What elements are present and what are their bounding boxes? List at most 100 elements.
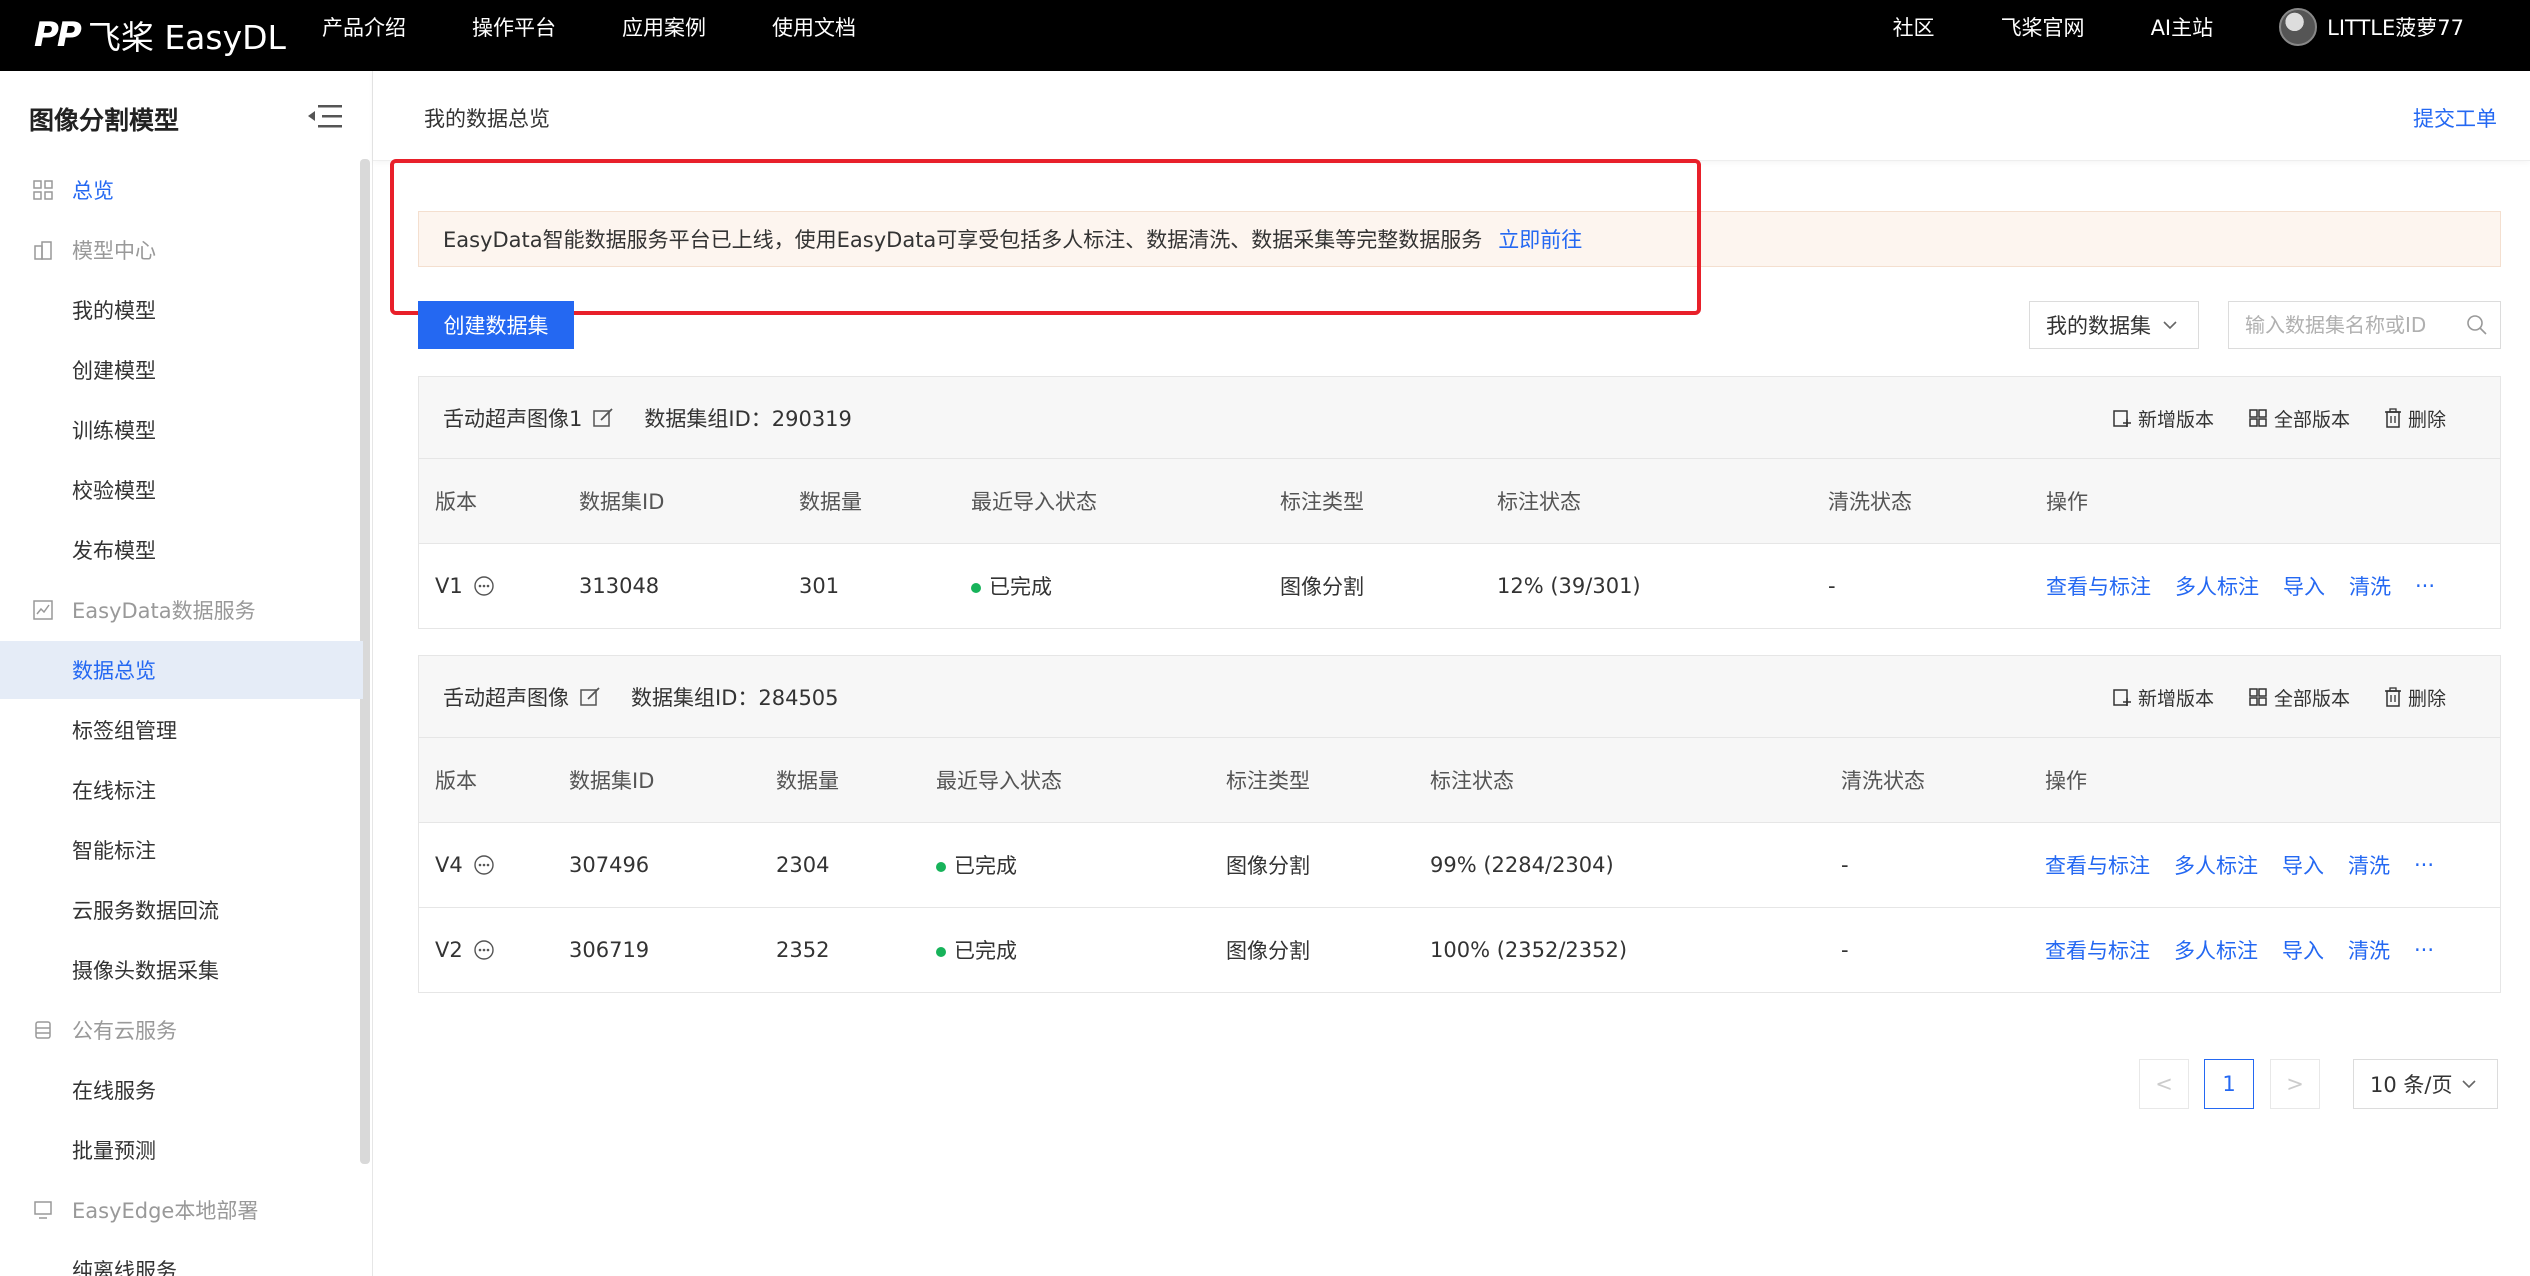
nav-product-intro[interactable]: 产品介绍 (322, 12, 406, 42)
grid-icon (2249, 688, 2267, 706)
add-version-button[interactable]: 新增版本 (2112, 405, 2214, 432)
sidebar-group-public-cloud[interactable]: 公有云服务 (0, 1001, 363, 1059)
collapse-menu-icon[interactable] (308, 103, 344, 129)
more-circle-icon[interactable] (473, 854, 495, 876)
multi-user-label-link[interactable]: 多人标注 (2174, 850, 2258, 880)
sidebar-item-cloud-data-backflow[interactable]: 云服务数据回流 (0, 881, 363, 939)
sidebar-item-offline-service[interactable]: 纯离线服务 (0, 1241, 363, 1276)
sidebar-group-model-center[interactable]: 模型中心 (0, 221, 363, 279)
more-circle-icon[interactable] (473, 575, 495, 597)
clean-link[interactable]: 清洗 (2348, 935, 2390, 965)
edit-icon[interactable] (579, 686, 601, 708)
paddle-logo-mark: PP (34, 15, 82, 55)
add-version-button[interactable]: 新增版本 (2112, 684, 2214, 711)
status-dot (936, 946, 946, 957)
col-clean-status: 清洗状态 (1841, 738, 2045, 823)
add-version-label: 新增版本 (2137, 687, 2214, 710)
sidebar-item-label: 发布模型 (72, 539, 156, 563)
row-operations: 查看与标注 多人标注 导入 清洗 ··· (2045, 850, 2500, 880)
dataset-card: 舌动超声图像1 数据集组ID：290319 新增版本 全部版本 删除 版本 数据… (418, 376, 2501, 629)
import-link[interactable]: 导入 (2283, 571, 2325, 601)
delete-button[interactable]: 删除 (2384, 684, 2446, 711)
sidebar-item-validate-model[interactable]: 校验模型 (0, 461, 363, 519)
all-versions-label: 全部版本 (2273, 408, 2350, 431)
sidebar-title: 图像分割模型 (29, 106, 180, 135)
view-and-label-link[interactable]: 查看与标注 (2045, 935, 2150, 965)
nav-cases[interactable]: 应用案例 (622, 12, 706, 42)
sidebar-item-smart-labeling[interactable]: 智能标注 (0, 821, 363, 879)
sidebar-item-publish-model[interactable]: 发布模型 (0, 521, 363, 579)
label-type-cell: 图像分割 (1280, 574, 1364, 599)
sidebar-item-data-overview[interactable]: 数据总览 (0, 641, 363, 699)
clean-link[interactable]: 清洗 (2348, 850, 2390, 880)
nav-community[interactable]: 社区 (1893, 12, 1935, 42)
table-row: V4 307496 2304 已完成 图像分割 99% (2284/2304) … (419, 822, 2500, 908)
dataset-filter-select[interactable]: 我的数据集 (2029, 301, 2199, 349)
clean-status-cell: - (1841, 822, 2045, 908)
next-page-button[interactable]: > (2270, 1059, 2320, 1109)
sidebar-item-camera-collection[interactable]: 摄像头数据采集 (0, 941, 363, 999)
delete-button[interactable]: 删除 (2384, 405, 2446, 432)
import-status-text: 已完成 (989, 574, 1052, 599)
version-label: V1 (435, 573, 463, 598)
sidebar-item-online-labeling[interactable]: 在线标注 (0, 761, 363, 819)
import-status-cell: 已完成 (971, 543, 1280, 628)
nav-docs[interactable]: 使用文档 (772, 12, 856, 42)
all-versions-button[interactable]: 全部版本 (2248, 405, 2350, 432)
prev-page-button[interactable]: < (2139, 1059, 2189, 1109)
col-label-status: 标注状态 (1497, 459, 1828, 544)
sidebar-item-online-service[interactable]: 在线服务 (0, 1061, 363, 1119)
sidebar-item-label: 总览 (72, 179, 114, 203)
import-link[interactable]: 导入 (2282, 935, 2324, 965)
multi-user-label-link[interactable]: 多人标注 (2175, 571, 2259, 601)
dataset-search (2228, 301, 2501, 349)
row-operations: 查看与标注 多人标注 导入 清洗 ··· (2045, 935, 2500, 965)
more-ops-icon[interactable]: ··· (2414, 938, 2434, 962)
dataset-name: 舌动超声图像1 (443, 406, 583, 431)
view-and-label-link[interactable]: 查看与标注 (2045, 850, 2150, 880)
username: LITTLE菠萝77 (2327, 16, 2464, 40)
more-ops-icon[interactable]: ··· (2414, 853, 2434, 877)
import-status-text: 已完成 (954, 938, 1017, 963)
nav-platform[interactable]: 操作平台 (472, 12, 556, 42)
sidebar-item-my-models[interactable]: 我的模型 (0, 281, 363, 339)
view-and-label-link[interactable]: 查看与标注 (2046, 571, 2151, 601)
more-ops-icon[interactable]: ··· (2415, 574, 2435, 598)
user-menu[interactable]: LITTLE菠萝77 (2279, 8, 2464, 46)
create-dataset-button[interactable]: 创建数据集 (418, 301, 574, 349)
dataset-version-table: 版本 数据集ID 数据量 最近导入状态 标注类型 标注状态 清洗状态 操作 V4… (419, 738, 2500, 992)
multi-user-label-link[interactable]: 多人标注 (2174, 935, 2258, 965)
card-actions: 新增版本 全部版本 删除 (2112, 656, 2446, 738)
sidebar-group-easyedge[interactable]: EasyEdge本地部署 (0, 1181, 363, 1239)
edit-icon[interactable] (592, 407, 614, 429)
clean-link[interactable]: 清洗 (2349, 571, 2391, 601)
import-link[interactable]: 导入 (2282, 850, 2324, 880)
top-right-links: 社区 飞桨官网 AI主站 LITTLE菠萝77 (1893, 0, 2464, 54)
dataset-id-cell: 307496 (569, 822, 776, 908)
nav-paddle-site[interactable]: 飞桨官网 (2001, 12, 2085, 42)
main-content: 我的数据总览 提交工单 EasyData智能数据服务平台已上线，使用EasyDa… (373, 71, 2530, 1276)
sidebar-item-create-model[interactable]: 创建模型 (0, 341, 363, 399)
search-icon[interactable] (2466, 314, 2488, 336)
more-circle-icon[interactable] (473, 939, 495, 961)
sidebar-item-label-groups[interactable]: 标签组管理 (0, 701, 363, 759)
sidebar-item-batch-predict[interactable]: 批量预测 (0, 1121, 363, 1179)
sidebar-item-label: 摄像头数据采集 (72, 959, 219, 983)
label-type-cell: 图像分割 (1226, 822, 1430, 908)
dataset-group-id: 数据集组ID：284505 (631, 685, 839, 710)
search-input[interactable] (2245, 313, 2455, 337)
logo[interactable]: PP 飞桨 EasyDL (34, 8, 286, 62)
col-import-status: 最近导入状态 (971, 459, 1280, 544)
sidebar-item-overview[interactable]: 总览 (0, 161, 363, 219)
page-1-button[interactable]: 1 (2204, 1059, 2254, 1109)
grid-icon (32, 179, 54, 201)
notice-go-link[interactable]: 立即前往 (1498, 224, 1582, 254)
clean-status-cell: - (1841, 937, 1849, 962)
all-versions-button[interactable]: 全部版本 (2248, 684, 2350, 711)
submit-ticket-link[interactable]: 提交工单 (2413, 103, 2497, 133)
sidebar-item-label: 数据总览 (72, 659, 156, 683)
sidebar-group-easydata[interactable]: EasyData数据服务 (0, 581, 363, 639)
nav-ai-site[interactable]: AI主站 (2151, 12, 2214, 42)
page-size-select[interactable]: 10 条/页 (2353, 1059, 2498, 1109)
sidebar-item-train-model[interactable]: 训练模型 (0, 401, 363, 459)
